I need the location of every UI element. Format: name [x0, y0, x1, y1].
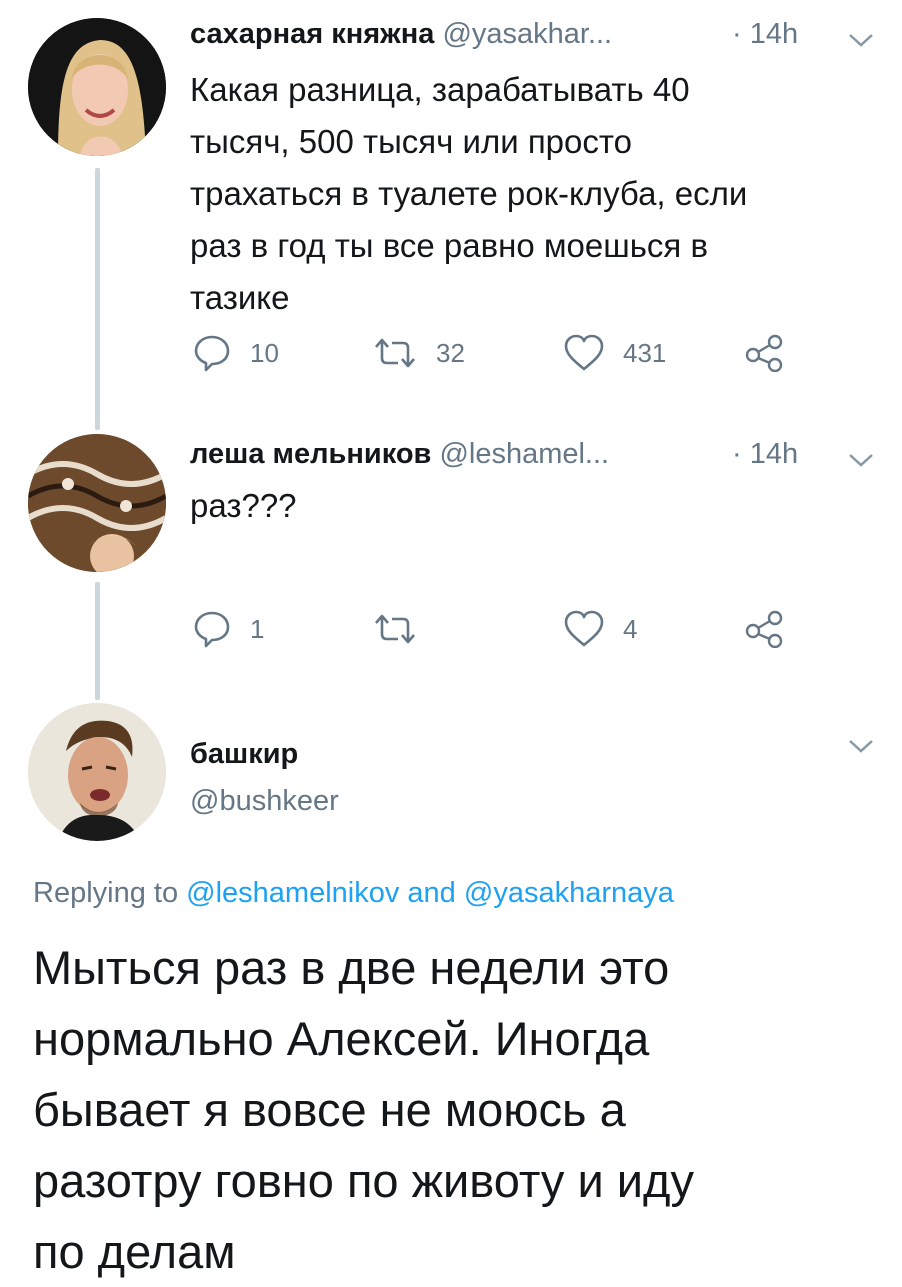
- chevron-down-icon[interactable]: [848, 452, 874, 473]
- main-text-line: нормально Алексей. Иногда: [33, 1012, 650, 1065]
- avatar-user-2[interactable]: [28, 434, 166, 572]
- replying-to-label: Replying to: [33, 877, 179, 909]
- main-text-line: Мыться раз в две недели это: [33, 941, 670, 994]
- avatar-user-main[interactable]: [28, 703, 166, 841]
- chevron-down-icon[interactable]: [848, 738, 874, 759]
- tweet-1-text-line: тазике: [190, 279, 290, 316]
- tweet-2-author-handle[interactable]: @leshamel...: [439, 438, 609, 470]
- avatar-user-1[interactable]: [28, 18, 166, 156]
- tweet-1-retweet-button[interactable]: 32: [372, 336, 465, 370]
- tweet-2-like-button[interactable]: 4: [563, 610, 637, 648]
- chevron-down-icon[interactable]: [848, 32, 874, 53]
- thread-line-2: [95, 582, 100, 700]
- tweet-2-header: леша мельников @leshamel...: [190, 438, 609, 471]
- mention-link-yasakharnaya[interactable]: @yasakharnaya: [464, 877, 674, 909]
- tweet-1-like-button[interactable]: 431: [563, 334, 666, 372]
- replying-and-text: and: [407, 877, 456, 909]
- mention-link-leshamelnikov[interactable]: @leshamelnikov: [186, 877, 399, 909]
- tweet-2-timestamp[interactable]: · 14h: [732, 438, 798, 471]
- tweet-1-share-button[interactable]: [744, 334, 784, 372]
- tweet-1-reply-count: 10: [250, 337, 279, 368]
- like-icon: [564, 610, 604, 647]
- tweet-2-reply-count: 1: [250, 613, 265, 644]
- tweet-1-retweet-count: 32: [436, 337, 465, 368]
- tweet-1-timestamp[interactable]: · 14h: [732, 18, 798, 51]
- avatar-photo-1: [28, 18, 166, 156]
- reply-icon: [194, 611, 230, 648]
- avatar-photo-2: [28, 434, 166, 572]
- tweet-1-text: Какая разница, зарабатывать 40 тысяч, 50…: [190, 64, 870, 324]
- tweet-2-author-name[interactable]: леша мельников: [190, 438, 431, 470]
- share-icon: [745, 610, 783, 648]
- main-tweet-text: Мыться раз в две недели это нормально Ал…: [33, 932, 883, 1287]
- retweet-icon: [375, 614, 415, 644]
- tweet-1-like-count: 431: [623, 337, 667, 368]
- main-text-line: бывает я вовсе не моюсь а: [33, 1083, 626, 1136]
- tweet-2-text-line: раз???: [190, 487, 297, 524]
- tweet-1-text-line: Какая разница, зарабатывать 40: [190, 71, 690, 108]
- main-author-handle[interactable]: @bushkeer: [190, 785, 339, 818]
- retweet-icon: [375, 338, 415, 368]
- tweet-1-author-name[interactable]: сахарная княжна: [190, 18, 434, 50]
- tweet-1-text-line: раз в год ты все равно моешься в: [190, 227, 708, 264]
- tweet-2-share-button[interactable]: [744, 610, 784, 648]
- tweet-1-text-line: тысяч, 500 тысяч или просто: [190, 123, 632, 160]
- main-text-line: разотру говно по животу и иду: [33, 1154, 694, 1207]
- tweet-1-text-line: трахаться в туалете рок-клуба, если: [190, 175, 748, 212]
- reply-icon: [194, 335, 230, 372]
- tweet-1-author-handle[interactable]: @yasakhar...: [442, 18, 612, 50]
- tweet-1-reply-button[interactable]: 10: [192, 334, 279, 372]
- main-text-line: по делам: [33, 1225, 236, 1278]
- tweet-2-retweet-button[interactable]: [372, 612, 436, 646]
- tweet-1-header: сахарная княжна @yasakhar...: [190, 18, 612, 51]
- tweet-2-like-count: 4: [623, 613, 638, 644]
- tweet-2-reply-button[interactable]: 1: [192, 610, 264, 648]
- avatar-photo-main: [28, 703, 166, 841]
- like-icon: [564, 334, 604, 371]
- tweet-2-text: раз???: [190, 480, 870, 532]
- replying-to-line: Replying to @leshamelnikov and @yasakhar…: [33, 877, 674, 910]
- share-icon: [745, 334, 783, 372]
- main-author-name[interactable]: башкир: [190, 738, 298, 771]
- thread-line-1: [95, 168, 100, 430]
